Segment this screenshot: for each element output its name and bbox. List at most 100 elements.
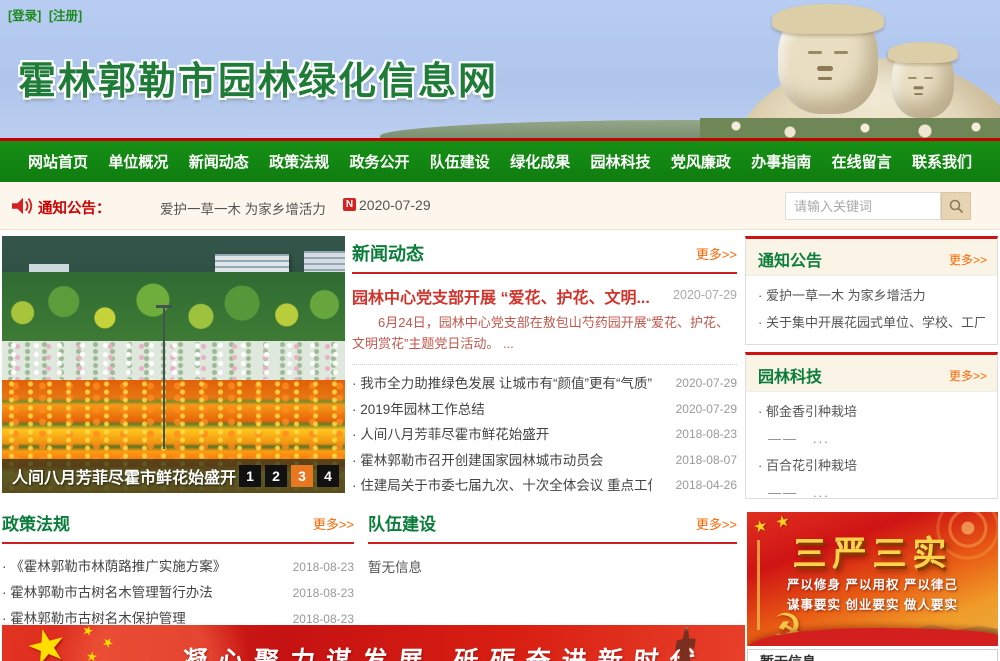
news-list-item: 霍林郭勒市召开创建国家园林城市动员会 2018-08-07 bbox=[352, 448, 737, 474]
policy-header: 政策法规 更多>> bbox=[2, 510, 354, 542]
tech-item-sub: —— ... bbox=[758, 425, 985, 452]
featured-news-title[interactable]: 园林中心党支部开展 “爱花、护花、文明... bbox=[352, 284, 650, 308]
notice-item-link[interactable]: 关于集中开展花园式单位、学校、工厂... bbox=[758, 309, 985, 336]
news-item-link[interactable]: 人间八月芳菲尽霍市鲜花始盛开 bbox=[352, 422, 549, 448]
team-header: 队伍建设 更多>> bbox=[368, 510, 737, 542]
slider-art-sprinkler-pole bbox=[163, 305, 165, 449]
bottom-propaganda-banner[interactable]: ★ ★ ★ ★ 凝心聚力谋发展 砥砺奋进新时代 bbox=[2, 625, 745, 661]
news-more-link[interactable]: 更多>> bbox=[696, 244, 737, 263]
nav-item-news[interactable]: 新闻动态 bbox=[189, 151, 249, 172]
garden-tech-header: 园林科技 更多>> bbox=[746, 355, 997, 392]
news-divider bbox=[352, 272, 737, 274]
register-link[interactable]: [注册] bbox=[49, 9, 82, 23]
banner-title: 三严三实 bbox=[747, 526, 998, 575]
nav-item-tech[interactable]: 园林科技 bbox=[591, 151, 651, 172]
slider-page-4[interactable]: 4 bbox=[317, 465, 339, 487]
small-star-icon: ★ bbox=[80, 625, 96, 640]
team-divider bbox=[368, 542, 737, 544]
policy-list-item: 霍林郭勒市古树名木管理暂行办法 2018-08-23 bbox=[2, 580, 354, 606]
policy-item-link[interactable]: 《霍林郭勒市林荫路推广实施方案》 bbox=[2, 554, 226, 580]
nav-item-policy[interactable]: 政策法规 bbox=[269, 151, 329, 172]
notice-date: 2020-07-29 bbox=[359, 197, 431, 213]
nav-item-contact[interactable]: 联系我们 bbox=[912, 151, 972, 172]
account-links: [登录] [注册] bbox=[8, 5, 86, 24]
nav-item-team[interactable]: 队伍建设 bbox=[430, 151, 490, 172]
slider-page-3-active[interactable]: 3 bbox=[291, 465, 313, 487]
notice-item-link[interactable]: 爱护一草一木 为家乡增活力 bbox=[758, 282, 985, 309]
news-item-date: 2018-08-23 bbox=[676, 422, 737, 448]
featured-news-summary[interactable]: 6月24日，园林中心党支部在敖包山芍药园开展“爱花、护花、文明赏花”主题党日活动… bbox=[352, 312, 737, 356]
news-item-link[interactable]: 2019年园林工作总结 bbox=[352, 397, 485, 423]
policy-divider bbox=[2, 542, 354, 544]
statue-face bbox=[908, 77, 917, 79]
nav-item-about[interactable]: 单位概况 bbox=[108, 151, 168, 172]
policy-list: 《霍林郭勒市林荫路推广实施方案》 2018-08-23 霍林郭勒市古树名木管理暂… bbox=[2, 554, 354, 632]
news-item-date: 2018-04-26 bbox=[676, 473, 737, 499]
news-section-title: 新闻动态 bbox=[352, 244, 424, 264]
new-badge-icon: N bbox=[343, 198, 356, 211]
news-item-link[interactable]: 我市全力助推绿色发展 让城市有“颜值”更有“气质” bbox=[352, 371, 652, 397]
login-link[interactable]: [登录] bbox=[8, 9, 41, 23]
notices-more-link[interactable]: 更多>> bbox=[949, 251, 987, 268]
team-section-title: 队伍建设 bbox=[368, 515, 436, 534]
news-item-date: 2018-08-07 bbox=[676, 448, 737, 474]
policy-item-link[interactable]: 霍林郭勒市古树名木管理暂行办法 bbox=[2, 580, 213, 606]
news-item-link[interactable]: 霍林郭勒市召开创建国家园林城市动员会 bbox=[352, 448, 603, 474]
notice-label: 通知公告： bbox=[38, 197, 111, 218]
big-star-icon: ★ bbox=[20, 625, 73, 661]
small-star-icon: ★ bbox=[85, 648, 99, 661]
notice-bar: 通知公告： 爱护一草一木 为家乡增活力 N 2020-07-29 bbox=[0, 182, 1000, 230]
policy-list-item: 《霍林郭勒市林荫路推广实施方案》 2018-08-23 bbox=[2, 554, 354, 580]
statue-face bbox=[808, 51, 822, 54]
banner-calligraphy-text: 凝心聚力谋发展 砥砺奋进新时代 bbox=[180, 641, 704, 661]
nav-item-guide[interactable]: 办事指南 bbox=[751, 151, 811, 172]
garden-tech-body: 郁金香引种栽培 —— ... 百合花引种栽培 —— ... bbox=[746, 392, 997, 512]
search-input[interactable] bbox=[785, 192, 941, 220]
statue-head-small bbox=[892, 44, 954, 118]
tech-item-link[interactable]: 百合花引种栽培 bbox=[758, 452, 985, 479]
nav-item-gov-info[interactable]: 政务公开 bbox=[349, 151, 409, 172]
policy-item-date: 2018-08-23 bbox=[293, 580, 354, 606]
news-item-link[interactable]: 住建局关于市委七届九次、十次全体会议 重点工作任... bbox=[352, 473, 652, 499]
garden-tech-box: 园林科技 更多>> 郁金香引种栽培 —— ... 百合花引种栽培 —— ... bbox=[745, 352, 998, 499]
policy-item-date: 2018-08-23 bbox=[293, 554, 354, 580]
notices-box-header: 通知公告 更多>> bbox=[746, 239, 997, 276]
policy-section-title: 政策法规 bbox=[2, 515, 70, 534]
news-list-item: 我市全力助推绿色发展 让城市有“颜值”更有“气质” 2020-07-29 bbox=[352, 371, 737, 397]
news-item-date: 2020-07-29 bbox=[676, 371, 737, 397]
nav-item-home[interactable]: 网站首页 bbox=[28, 151, 88, 172]
slider-page-1[interactable]: 1 bbox=[239, 465, 261, 487]
slider-art-trees bbox=[2, 272, 345, 347]
slider-page-2[interactable]: 2 bbox=[265, 465, 287, 487]
team-more-link[interactable]: 更多>> bbox=[696, 514, 737, 533]
statue-head-large bbox=[778, 6, 878, 114]
below-banner-empty-text: 暂无信息 bbox=[760, 654, 816, 661]
garden-tech-more-link[interactable]: 更多>> bbox=[949, 367, 987, 384]
notices-box-title: 通知公告 bbox=[758, 247, 822, 271]
notices-box-body: 爱护一草一木 为家乡增活力 关于集中开展花园式单位、学校、工厂... bbox=[746, 276, 997, 342]
tech-item-link[interactable]: 郁金香引种栽培 bbox=[758, 398, 985, 425]
slider-caption-bar: 人间八月芳菲尽霍市鲜花始盛开 1 2 3 4 bbox=[2, 459, 345, 493]
search-button[interactable] bbox=[941, 192, 971, 220]
site-header: [登录] [注册] 霍林郭勒市园林绿化信息网 bbox=[0, 0, 1000, 138]
site-title: 霍林郭勒市园林绿化信息网 bbox=[18, 50, 498, 105]
nav-item-party[interactable]: 党风廉政 bbox=[671, 151, 731, 172]
sanyan-sanshi-banner[interactable]: ★ ★ 三严三实 严以修身 严以用权 严以律己 谋事要实 创业要实 做人要实 ☭ bbox=[747, 512, 998, 646]
below-banner-box: 暂无信息 bbox=[747, 649, 998, 661]
notice-ticker-link[interactable]: 爱护一草一木 为家乡增活力 bbox=[160, 198, 326, 218]
genghis-khan-statues-image bbox=[700, 0, 1000, 138]
nav-item-achievements[interactable]: 绿化成果 bbox=[510, 151, 570, 172]
news-item-date: 2020-07-29 bbox=[676, 397, 737, 423]
slider-art-white-flowers bbox=[2, 341, 345, 382]
news-section: 新闻动态 更多>> 园林中心党支部开展 “爱花、护花、文明... 2020-07… bbox=[352, 240, 737, 499]
dotted-divider bbox=[352, 364, 737, 365]
news-list-item: 人间八月芳菲尽霍市鲜花始盛开 2018-08-23 bbox=[352, 422, 737, 448]
slider-caption[interactable]: 人间八月芳菲尽霍市鲜花始盛开 bbox=[12, 464, 239, 488]
news-list-item: 住建局关于市委七届九次、十次全体会议 重点工作任... 2018-04-26 bbox=[352, 473, 737, 499]
statue-base-tents bbox=[700, 118, 1000, 138]
team-section: 队伍建设 更多>> 暂无信息 bbox=[368, 510, 737, 576]
nav-item-message[interactable]: 在线留言 bbox=[832, 151, 892, 172]
tech-item-sub: —— ... bbox=[758, 479, 985, 506]
photo-slider[interactable]: 人间八月芳菲尽霍市鲜花始盛开 1 2 3 4 bbox=[2, 236, 345, 493]
policy-more-link[interactable]: 更多>> bbox=[313, 514, 354, 533]
